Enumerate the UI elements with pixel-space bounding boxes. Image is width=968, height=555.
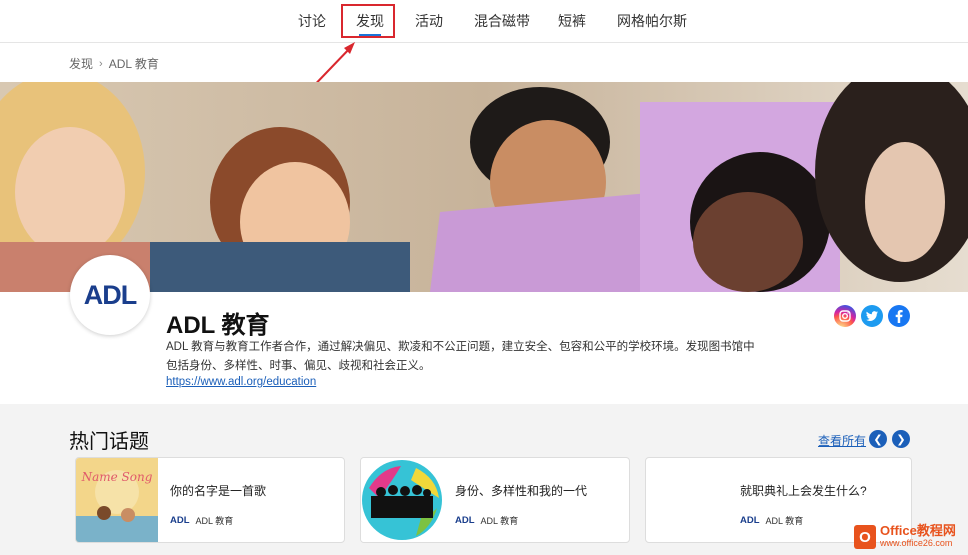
office-logo-icon: O — [854, 525, 876, 549]
card-title: 身份、多样性和我的一代 — [455, 484, 588, 498]
adl-logo-icon: ADL — [170, 515, 190, 526]
breadcrumb-current: ADL 教育 — [108, 57, 159, 71]
org-logo: ADL — [70, 255, 150, 335]
breadcrumb-discover-link[interactable]: 发现 — [69, 55, 93, 72]
topic-card[interactable]: Name Song 你的名字是一首歌 ADL ADL 教育 — [75, 457, 345, 543]
topic-card[interactable]: 身份、多样性和我的一代 ADL ADL 教育 — [360, 457, 630, 543]
watermark: O Office教程网 www.office26.com — [854, 519, 968, 555]
chevron-right-icon: › — [99, 57, 103, 70]
carousel-prev-button[interactable]: ❮ — [869, 430, 887, 448]
org-website-link[interactable]: https://www.adl.org/education — [166, 376, 316, 388]
card-title: 就职典礼上会发生什么? — [740, 484, 867, 498]
facebook-icon[interactable] — [888, 305, 910, 327]
org-description: ADL 教育与教育工作者合作，通过解决偏见、欺凌和不公正问题，建立安全、包容和公… — [166, 341, 755, 372]
tab-mixtapes[interactable]: 混合磁带 — [474, 11, 530, 31]
instagram-icon[interactable] — [834, 305, 856, 327]
card-thumbnail — [361, 458, 443, 542]
card-title: 你的名字是一首歌 — [170, 484, 267, 498]
tab-activities[interactable]: 活动 — [415, 11, 443, 31]
org-title: ADL 教育 — [166, 312, 270, 339]
trending-title: 热门话题 — [69, 431, 149, 453]
carousel-next-button[interactable]: ❯ — [892, 430, 910, 448]
breadcrumb: 发现 › ADL 教育 — [69, 55, 159, 72]
tab-gridpals[interactable]: 网格帕尔斯 — [617, 11, 687, 31]
card-source: ADL ADL 教育 — [170, 515, 234, 526]
watermark-brand: Office教程网 — [880, 523, 956, 538]
see-all-link[interactable]: 查看所有 — [818, 432, 866, 449]
annotation-highlight-box — [341, 4, 395, 38]
thumb-title-line1: Name Song — [81, 470, 153, 484]
chevron-left-icon: ❮ — [873, 433, 883, 446]
tab-shorts[interactable]: 短裤 — [558, 11, 586, 31]
card-thumbnail: Name Song — [76, 458, 158, 542]
card-source: ADL ADL 教育 — [740, 515, 804, 526]
hero-banner-image — [0, 82, 968, 292]
top-nav: 讨论 发现 活动 混合磁带 短裤 网格帕尔斯 — [0, 0, 968, 43]
watermark-url: www.office26.com — [880, 538, 953, 548]
chevron-right-icon: ❯ — [896, 433, 906, 446]
twitter-icon[interactable] — [861, 305, 883, 327]
tab-discussion[interactable]: 讨论 — [298, 11, 326, 31]
adl-logo-icon: ADL — [455, 515, 475, 526]
adl-logo-icon: ADL — [740, 515, 760, 526]
card-source: ADL ADL 教育 — [455, 515, 519, 526]
